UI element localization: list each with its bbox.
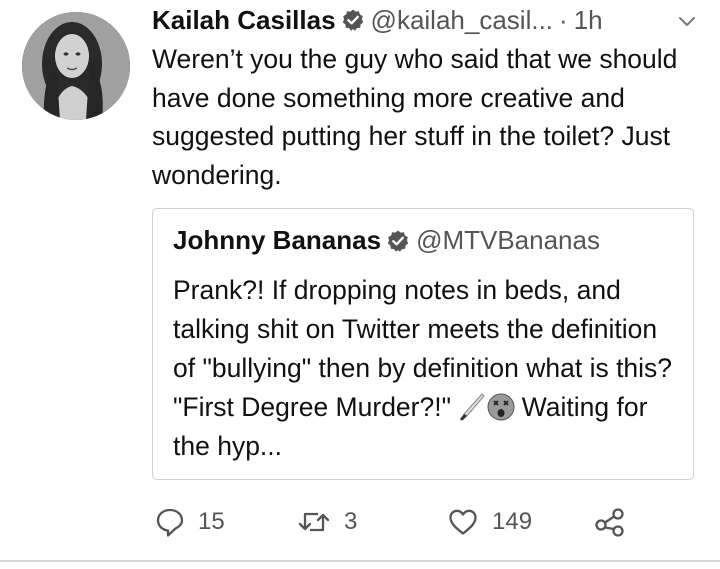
- share-button[interactable]: [594, 502, 626, 542]
- divider: [0, 560, 720, 562]
- knife-emoji-icon: [458, 392, 486, 422]
- quoted-author-display-name: Johnny Bananas: [173, 225, 382, 255]
- separator-dot: ·: [559, 4, 568, 35]
- like-count: 149: [492, 508, 533, 535]
- retweet-button[interactable]: 3: [298, 502, 357, 542]
- author-display-name[interactable]: Kailah Casillas: [152, 5, 336, 36]
- quoted-tweet-header: Johnny Bananas @MTVBananas: [173, 225, 600, 256]
- tweet-actions: 15 3 149: [152, 502, 672, 542]
- verified-badge-icon: [386, 229, 410, 253]
- tweet[interactable]: Kailah Casillas @kailah_casil... · 1h We…: [0, 0, 720, 569]
- share-icon: [594, 507, 626, 537]
- reply-button[interactable]: 15: [156, 502, 225, 542]
- tweet-text: Weren’t you the guy who said that we sho…: [152, 44, 678, 190]
- avatar-photo: [22, 12, 130, 120]
- author-handle[interactable]: @kailah_casil...: [371, 5, 553, 36]
- reply-icon: [156, 507, 184, 537]
- heart-icon: [448, 508, 478, 536]
- reply-count: 15: [198, 508, 225, 535]
- verified-badge-icon: [341, 8, 365, 32]
- tweet-header: Kailah Casillas @kailah_casil... · 1h: [152, 4, 603, 36]
- like-button[interactable]: 149: [448, 502, 532, 542]
- retweet-count: 3: [344, 508, 358, 535]
- quoted-tweet-text: Prank?! If dropping notes in beds, and t…: [173, 271, 678, 466]
- retweet-icon: [298, 509, 330, 535]
- dizzy-face-emoji-icon: [486, 392, 515, 422]
- avatar[interactable]: [22, 12, 130, 120]
- quoted-author-handle: @MTVBananas: [416, 225, 600, 255]
- chevron-down-icon[interactable]: [676, 10, 698, 32]
- quoted-tweet[interactable]: Johnny Bananas @MTVBananas Prank?! If dr…: [152, 208, 694, 480]
- timestamp[interactable]: 1h: [574, 5, 603, 36]
